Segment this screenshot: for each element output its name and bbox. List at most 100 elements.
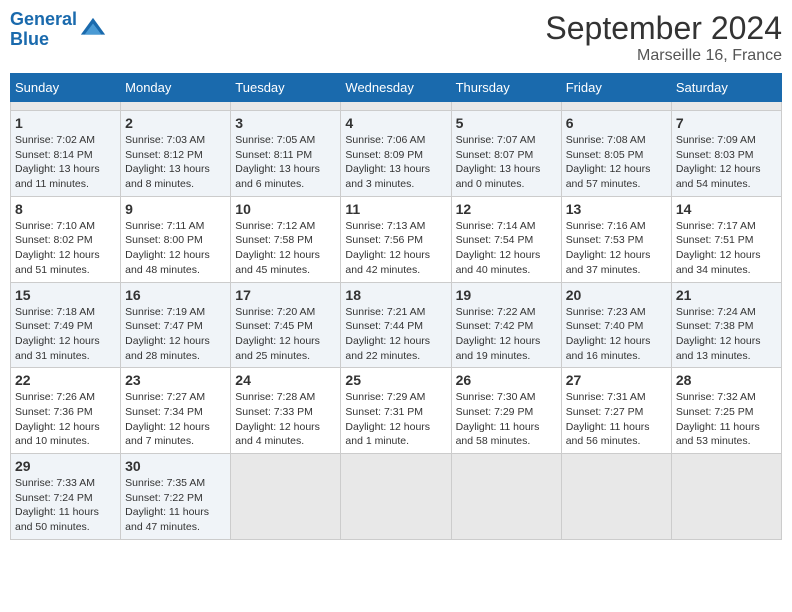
page-header: General Blue September 2024 Marseille 16… xyxy=(10,10,782,65)
calendar-day-cell: 22Sunrise: 7:26 AMSunset: 7:36 PMDayligh… xyxy=(11,368,121,454)
calendar-day-cell: 26 Sunrise: 7:30 AMSunset: 7:29 PMDayligh… xyxy=(451,368,561,454)
calendar-day-cell xyxy=(451,102,561,111)
day-number: 12 xyxy=(456,201,557,217)
calendar-day-cell xyxy=(451,454,561,540)
day-number: 18 xyxy=(345,287,446,303)
day-info: Sunrise: 7:28 AMSunset: 7:33 PMDaylight:… xyxy=(235,390,336,449)
calendar-day-cell: 3 Sunrise: 7:05 AMSunset: 8:11 PMDaylight… xyxy=(231,111,341,197)
day-info: Sunrise: 7:17 AMSunset: 7:51 PMDaylight:… xyxy=(676,219,777,278)
day-info: Sunrise: 7:08 AMSunset: 8:05 PMDaylight:… xyxy=(566,133,667,192)
day-number: 9 xyxy=(125,201,226,217)
day-number: 21 xyxy=(676,287,777,303)
weekday-header-friday: Friday xyxy=(561,74,671,102)
calendar-day-cell: 24 Sunrise: 7:28 AMSunset: 7:33 PMDayligh… xyxy=(231,368,341,454)
calendar-day-cell: 10 Sunrise: 7:12 AMSunset: 7:58 PMDayligh… xyxy=(231,196,341,282)
day-info: Sunrise: 7:03 AMSunset: 8:12 PMDaylight:… xyxy=(125,133,226,192)
day-number: 25 xyxy=(345,372,446,388)
day-number: 15 xyxy=(15,287,116,303)
day-number: 2 xyxy=(125,115,226,131)
calendar-day-cell xyxy=(671,102,781,111)
day-number: 19 xyxy=(456,287,557,303)
calendar-day-cell: 2 Sunrise: 7:03 AMSunset: 8:12 PMDaylight… xyxy=(121,111,231,197)
day-number: 3 xyxy=(235,115,336,131)
calendar-day-cell xyxy=(231,454,341,540)
calendar-table: SundayMondayTuesdayWednesdayThursdayFrid… xyxy=(10,73,782,540)
day-number: 22 xyxy=(15,372,116,388)
day-number: 4 xyxy=(345,115,446,131)
calendar-day-cell: 4 Sunrise: 7:06 AMSunset: 8:09 PMDaylight… xyxy=(341,111,451,197)
weekday-header-row: SundayMondayTuesdayWednesdayThursdayFrid… xyxy=(11,74,782,102)
calendar-day-cell: 13Sunrise: 7:16 AMSunset: 7:53 PMDayligh… xyxy=(561,196,671,282)
day-info: Sunrise: 7:22 AMSunset: 7:42 PMDaylight:… xyxy=(456,305,557,364)
calendar-day-cell: 23 Sunrise: 7:27 AMSunset: 7:34 PMDayligh… xyxy=(121,368,231,454)
calendar-day-cell: 8Sunrise: 7:10 AMSunset: 8:02 PMDaylight… xyxy=(11,196,121,282)
day-info: Sunrise: 7:05 AMSunset: 8:11 PMDaylight:… xyxy=(235,133,336,192)
day-info: Sunrise: 7:02 AMSunset: 8:14 PMDaylight:… xyxy=(15,133,116,192)
location: Marseille 16, France xyxy=(545,47,782,65)
calendar-day-cell xyxy=(121,102,231,111)
calendar-week-row: 22Sunrise: 7:26 AMSunset: 7:36 PMDayligh… xyxy=(11,368,782,454)
day-info: Sunrise: 7:20 AMSunset: 7:45 PMDaylight:… xyxy=(235,305,336,364)
calendar-day-cell xyxy=(671,454,781,540)
calendar-day-cell: 15 Sunrise: 7:18 AMSunset: 7:49 PMDayligh… xyxy=(11,282,121,368)
calendar-day-cell: 20 Sunrise: 7:23 AMSunset: 7:40 PMDayligh… xyxy=(561,282,671,368)
weekday-header-sunday: Sunday xyxy=(11,74,121,102)
calendar-day-cell: 5Sunrise: 7:07 AMSunset: 8:07 PMDaylight… xyxy=(451,111,561,197)
day-info: Sunrise: 7:23 AMSunset: 7:40 PMDaylight:… xyxy=(566,305,667,364)
calendar-week-row: 8Sunrise: 7:10 AMSunset: 8:02 PMDaylight… xyxy=(11,196,782,282)
day-info: Sunrise: 7:32 AMSunset: 7:25 PMDaylight:… xyxy=(676,390,777,449)
weekday-header-tuesday: Tuesday xyxy=(231,74,341,102)
day-info: Sunrise: 7:09 AMSunset: 8:03 PMDaylight:… xyxy=(676,133,777,192)
calendar-day-cell xyxy=(561,454,671,540)
day-info: Sunrise: 7:12 AMSunset: 7:58 PMDaylight:… xyxy=(235,219,336,278)
day-number: 16 xyxy=(125,287,226,303)
calendar-day-cell xyxy=(561,102,671,111)
weekday-header-monday: Monday xyxy=(121,74,231,102)
day-number: 24 xyxy=(235,372,336,388)
weekday-header-thursday: Thursday xyxy=(451,74,561,102)
month-title: September 2024 xyxy=(545,10,782,47)
day-number: 1 xyxy=(15,115,116,131)
day-info: Sunrise: 7:06 AMSunset: 8:09 PMDaylight:… xyxy=(345,133,446,192)
day-number: 28 xyxy=(676,372,777,388)
calendar-day-cell: 11 Sunrise: 7:13 AMSunset: 7:56 PMDayligh… xyxy=(341,196,451,282)
day-number: 26 xyxy=(456,372,557,388)
calendar-day-cell: 18Sunrise: 7:21 AMSunset: 7:44 PMDayligh… xyxy=(341,282,451,368)
day-number: 29 xyxy=(15,458,116,474)
weekday-header-wednesday: Wednesday xyxy=(341,74,451,102)
calendar-day-cell: 12Sunrise: 7:14 AMSunset: 7:54 PMDayligh… xyxy=(451,196,561,282)
day-info: Sunrise: 7:27 AMSunset: 7:34 PMDaylight:… xyxy=(125,390,226,449)
day-info: Sunrise: 7:18 AMSunset: 7:49 PMDaylight:… xyxy=(15,305,116,364)
day-number: 6 xyxy=(566,115,667,131)
calendar-day-cell: 7Sunrise: 7:09 AMSunset: 8:03 PMDaylight… xyxy=(671,111,781,197)
calendar-day-cell: 25 Sunrise: 7:29 AMSunset: 7:31 PMDayligh… xyxy=(341,368,451,454)
calendar-day-cell xyxy=(11,102,121,111)
calendar-week-row xyxy=(11,102,782,111)
day-number: 23 xyxy=(125,372,226,388)
calendar-day-cell: 6 Sunrise: 7:08 AMSunset: 8:05 PMDaylight… xyxy=(561,111,671,197)
calendar-day-cell: 21 Sunrise: 7:24 AMSunset: 7:38 PMDayligh… xyxy=(671,282,781,368)
day-info: Sunrise: 7:33 AMSunset: 7:24 PMDaylight:… xyxy=(15,476,116,535)
logo: General Blue xyxy=(10,10,107,50)
day-info: Sunrise: 7:30 AMSunset: 7:29 PMDaylight:… xyxy=(456,390,557,449)
day-info: Sunrise: 7:29 AMSunset: 7:31 PMDaylight:… xyxy=(345,390,446,449)
day-number: 5 xyxy=(456,115,557,131)
calendar-day-cell: 19 Sunrise: 7:22 AMSunset: 7:42 PMDayligh… xyxy=(451,282,561,368)
day-number: 20 xyxy=(566,287,667,303)
day-number: 10 xyxy=(235,201,336,217)
day-info: Sunrise: 7:13 AMSunset: 7:56 PMDaylight:… xyxy=(345,219,446,278)
logo-icon xyxy=(79,16,107,44)
calendar-day-cell xyxy=(341,454,451,540)
day-number: 14 xyxy=(676,201,777,217)
day-info: Sunrise: 7:11 AMSunset: 8:00 PMDaylight:… xyxy=(125,219,226,278)
calendar-day-cell: 17Sunrise: 7:20 AMSunset: 7:45 PMDayligh… xyxy=(231,282,341,368)
calendar-day-cell: 28 Sunrise: 7:32 AMSunset: 7:25 PMDayligh… xyxy=(671,368,781,454)
day-info: Sunrise: 7:16 AMSunset: 7:53 PMDaylight:… xyxy=(566,219,667,278)
calendar-day-cell: 30Sunrise: 7:35 AMSunset: 7:22 PMDayligh… xyxy=(121,454,231,540)
calendar-day-cell: 14 Sunrise: 7:17 AMSunset: 7:51 PMDayligh… xyxy=(671,196,781,282)
day-number: 11 xyxy=(345,201,446,217)
day-info: Sunrise: 7:24 AMSunset: 7:38 PMDaylight:… xyxy=(676,305,777,364)
title-block: September 2024 Marseille 16, France xyxy=(545,10,782,65)
calendar-day-cell xyxy=(341,102,451,111)
calendar-day-cell: 9 Sunrise: 7:11 AMSunset: 8:00 PMDaylight… xyxy=(121,196,231,282)
